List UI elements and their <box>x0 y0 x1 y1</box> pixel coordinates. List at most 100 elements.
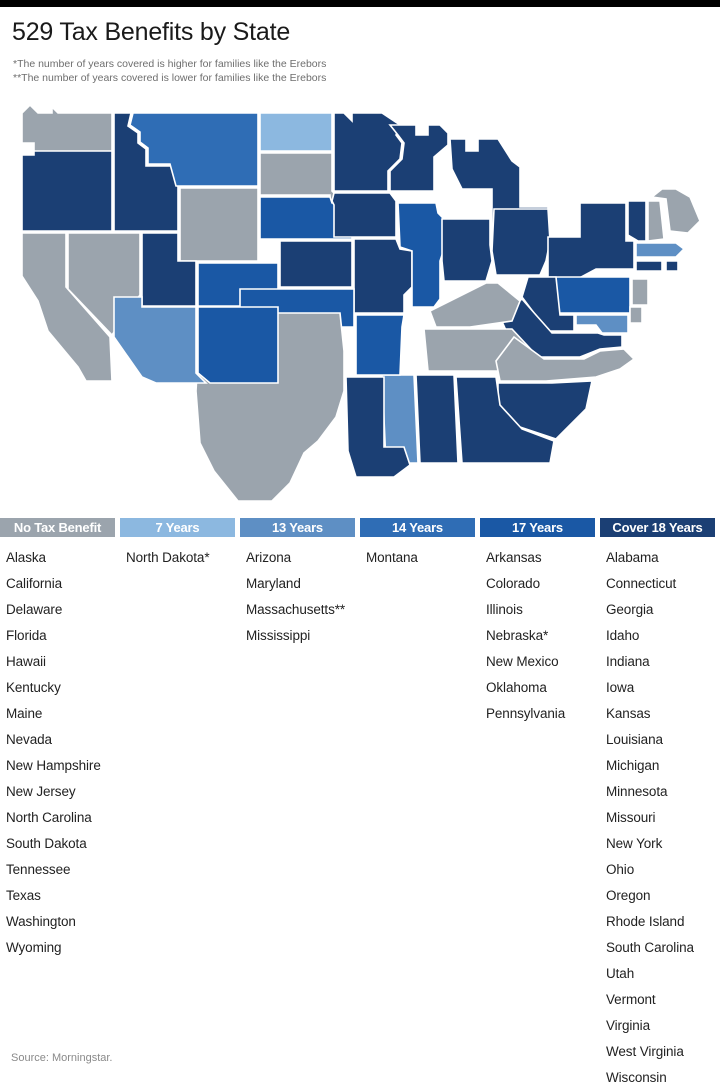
state-maryland <box>575 314 629 335</box>
state-new-mexico <box>197 306 279 385</box>
list-item: Missouri <box>606 810 656 825</box>
list-item: Wyoming <box>6 940 62 955</box>
legend-items-14-years: Montana <box>360 537 480 571</box>
list-item: Michigan <box>606 758 660 773</box>
list-item: Florida <box>6 628 47 643</box>
state-kansas <box>279 240 353 289</box>
list-item: New York <box>606 836 663 851</box>
list-item: Minnesota <box>606 784 668 799</box>
state-indiana <box>441 218 493 283</box>
state-north-dakota <box>259 112 333 153</box>
list-item: Texas <box>6 888 41 903</box>
list-item: Kansas <box>606 706 651 721</box>
us-map-svg <box>21 104 701 502</box>
legend-column-17-years: 17 Years Arkansas Colorado Illinois Nebr… <box>480 518 600 1091</box>
state-connecticut <box>635 260 663 273</box>
legend-table: No Tax Benefit Alaska California Delawar… <box>0 518 720 1091</box>
legend-columns: No Tax Benefit Alaska California Delawar… <box>0 518 720 1091</box>
legend-header-7-years[interactable]: 7 Years <box>120 518 235 537</box>
list-item: Delaware <box>6 602 63 617</box>
list-item: South Carolina <box>606 940 694 955</box>
state-rhode-island <box>665 260 679 273</box>
footnote-double-asterisk: **The number of years covered is lower f… <box>13 71 327 84</box>
list-item: Wisconsin <box>606 1070 667 1085</box>
list-item: Utah <box>606 966 635 981</box>
list-item: Connecticut <box>606 576 677 591</box>
legend-header-17-years[interactable]: 17 Years <box>480 518 595 537</box>
state-shapes <box>21 104 701 502</box>
us-choropleth-map <box>0 91 720 502</box>
state-missouri <box>353 238 413 315</box>
list-item: Rhode Island <box>606 914 685 929</box>
legend-column-13-years: 13 Years Arizona Maryland Massachusetts*… <box>240 518 360 1091</box>
list-item: New Jersey <box>6 784 76 799</box>
legend-header-cover-18-years[interactable]: Cover 18 Years <box>600 518 715 537</box>
legend-header-14-years[interactable]: 14 Years <box>360 518 475 537</box>
list-item: Virginia <box>606 1018 650 1033</box>
list-item: Illinois <box>486 602 523 617</box>
state-oregon <box>21 150 113 233</box>
list-item: Mississippi <box>246 628 311 643</box>
list-item: Idaho <box>606 628 640 643</box>
list-item: Colorado <box>486 576 540 591</box>
legend-column-no-tax-benefit: No Tax Benefit Alaska California Delawar… <box>0 518 120 1091</box>
list-item: Nebraska* <box>486 628 549 643</box>
list-item: Georgia <box>606 602 654 617</box>
state-alabama <box>415 374 459 465</box>
list-item: Alaska <box>6 550 46 565</box>
state-new-hampshire <box>647 200 665 243</box>
footnote-asterisk: *The number of years covered is higher f… <box>13 57 327 70</box>
list-item: Kentucky <box>6 680 61 695</box>
list-item: Ohio <box>606 862 635 877</box>
list-item: Iowa <box>606 680 635 695</box>
list-item: New Mexico <box>486 654 559 669</box>
list-item: Pennsylvania <box>486 706 566 721</box>
legend-items-no-tax-benefit: Alaska California Delaware Florida Hawai… <box>0 537 120 961</box>
list-item: Indiana <box>606 654 650 669</box>
list-item: Louisiana <box>606 732 663 747</box>
legend-items-7-years: North Dakota* <box>120 537 240 571</box>
state-washington <box>21 104 113 155</box>
legend-header-13-years[interactable]: 13 Years <box>240 518 355 537</box>
list-item: Oregon <box>606 888 651 903</box>
legend-items-13-years: Arizona Maryland Massachusetts** Mississ… <box>240 537 360 649</box>
list-item: Nevada <box>6 732 52 747</box>
list-item: California <box>6 576 63 591</box>
list-item: Arkansas <box>486 550 542 565</box>
legend-column-14-years: 14 Years Montana <box>360 518 480 1091</box>
list-item: North Dakota* <box>126 550 210 565</box>
state-new-york <box>547 202 635 285</box>
state-vermont <box>627 200 647 243</box>
state-wyoming <box>179 187 259 263</box>
list-item: Arizona <box>246 550 292 565</box>
state-iowa <box>331 192 397 239</box>
page-title: 529 Tax Benefits by State <box>12 18 291 46</box>
list-item: West Virginia <box>606 1044 684 1059</box>
list-item: New Hampshire <box>6 758 101 773</box>
legend-header-no-tax-benefit[interactable]: No Tax Benefit <box>0 518 115 537</box>
list-item: Maryland <box>246 576 301 591</box>
state-arkansas <box>355 314 405 377</box>
source-note: Source: Morningstar. <box>11 1052 113 1064</box>
state-pennsylvania <box>549 276 631 315</box>
state-new-jersey <box>631 278 649 307</box>
legend-column-7-years: 7 Years North Dakota* <box>120 518 240 1091</box>
legend-items-cover-18-years: Alabama Connecticut Georgia Idaho Indian… <box>600 537 720 1091</box>
list-item: Hawaii <box>6 654 46 669</box>
state-massachusetts <box>635 242 686 259</box>
state-kentucky <box>428 282 521 329</box>
state-ohio <box>491 208 551 277</box>
list-item: Alabama <box>606 550 659 565</box>
list-item: Washington <box>6 914 76 929</box>
list-item: Oklahoma <box>486 680 547 695</box>
footnotes: *The number of years covered is higher f… <box>0 57 720 86</box>
list-item: Maine <box>6 706 43 721</box>
list-item: South Dakota <box>6 836 87 851</box>
legend-column-cover-18-years: Cover 18 Years Alabama Connecticut Georg… <box>600 518 720 1091</box>
list-item: Montana <box>366 550 418 565</box>
list-item: Tennessee <box>6 862 71 877</box>
legend-items-17-years: Arkansas Colorado Illinois Nebraska* New… <box>480 537 600 727</box>
list-item: Vermont <box>606 992 656 1007</box>
list-item: North Carolina <box>6 810 92 825</box>
top-black-bar <box>0 0 720 7</box>
